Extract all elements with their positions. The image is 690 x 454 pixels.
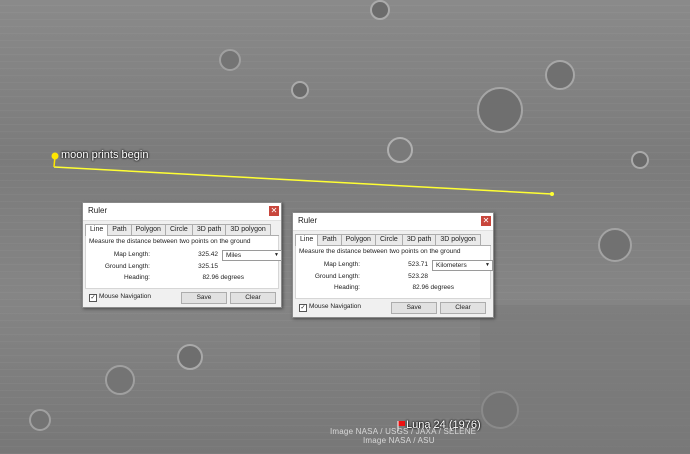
tab-3d-polygon[interactable]: 3D polygon (435, 234, 481, 245)
close-icon[interactable]: ✕ (269, 206, 279, 216)
imagery-credit: Image NASA / ASU (363, 436, 435, 445)
tab-3d-path[interactable]: 3D path (401, 234, 437, 245)
dialog-title: Ruler (88, 206, 108, 215)
dialog-title: Ruler (298, 216, 318, 225)
dialog-titlebar[interactable]: Ruler ✕ (293, 213, 493, 231)
line-panel: Measure the distance between two points … (85, 236, 282, 289)
save-button[interactable]: Save (181, 292, 227, 304)
ruler-dialog: Ruler ✕ Line Path Polygon Circle 3D path… (292, 212, 494, 318)
heading-value: 82.96 degrees (412, 284, 454, 291)
heading-label: Heading: (333, 284, 360, 291)
tab-3d-path[interactable]: 3D path (191, 224, 227, 235)
measure-line (53, 166, 553, 195)
map-length-label: Map Length: (113, 251, 150, 258)
dialog-titlebar[interactable]: Ruler ✕ (83, 203, 281, 221)
panel-description: Measure the distance between two points … (89, 238, 251, 245)
unit-dropdown[interactable]: Miles ▼ (222, 250, 282, 261)
tab-line[interactable]: Line (295, 234, 319, 246)
measure-endpoint (550, 192, 554, 196)
tab-polygon[interactable]: Polygon (340, 234, 376, 245)
clear-button[interactable]: Clear (230, 292, 276, 304)
close-icon[interactable]: ✕ (481, 216, 491, 226)
placemark-label[interactable]: moon prints begin (61, 149, 148, 161)
ground-length-label: Ground Length: (104, 263, 150, 270)
ground-length-value: 523.28 (408, 273, 428, 280)
ground-length-label: Ground Length: (314, 273, 360, 280)
heading-value: 82.96 degrees (202, 274, 244, 281)
tab-line[interactable]: Line (85, 224, 109, 236)
map-length-label: Map Length: (323, 261, 360, 268)
mouse-navigation-label[interactable]: Mouse Navigation (309, 303, 361, 310)
tab-polygon[interactable]: Polygon (130, 224, 166, 235)
unit-dropdown[interactable]: Kilometers ▼ (432, 260, 493, 271)
line-panel: Measure the distance between two points … (295, 246, 493, 299)
unit-dropdown-value: Kilometers (436, 262, 467, 269)
panel-description: Measure the distance between two points … (299, 248, 461, 255)
clear-button[interactable]: Clear (440, 302, 486, 314)
mouse-navigation-label[interactable]: Mouse Navigation (99, 293, 151, 300)
tab-bar: Line Path Polygon Circle 3D path 3D poly… (85, 224, 279, 236)
tab-path[interactable]: Path (317, 234, 342, 245)
chevron-down-icon: ▼ (485, 262, 490, 268)
dialog-footer: ✓ Mouse Navigation Save Clear (83, 291, 281, 305)
map-length-value: 325.42 (198, 251, 218, 258)
unit-dropdown-value: Miles (226, 252, 242, 259)
dialog-footer: ✓ Mouse Navigation Save Clear (293, 301, 493, 315)
heading-label: Heading: (123, 274, 150, 281)
tab-3d-polygon[interactable]: 3D polygon (225, 224, 271, 235)
ruler-dialog: Ruler ✕ Line Path Polygon Circle 3D path… (82, 202, 282, 308)
tab-circle[interactable]: Circle (374, 234, 403, 245)
tab-circle[interactable]: Circle (164, 224, 193, 235)
chevron-down-icon: ▼ (274, 252, 279, 258)
tab-path[interactable]: Path (107, 224, 132, 235)
map-length-value: 523.71 (408, 261, 428, 268)
pushpin-icon[interactable] (51, 152, 59, 168)
imagery-credit: Image NASA / USGS / JAXA / SELENE (330, 427, 477, 436)
mouse-navigation-checkbox[interactable]: ✓ (299, 304, 307, 312)
save-button[interactable]: Save (391, 302, 437, 314)
ground-length-value: 325.15 (198, 263, 218, 270)
mouse-navigation-checkbox[interactable]: ✓ (89, 294, 97, 302)
tab-bar: Line Path Polygon Circle 3D path 3D poly… (295, 234, 491, 246)
image-tile (480, 305, 690, 454)
